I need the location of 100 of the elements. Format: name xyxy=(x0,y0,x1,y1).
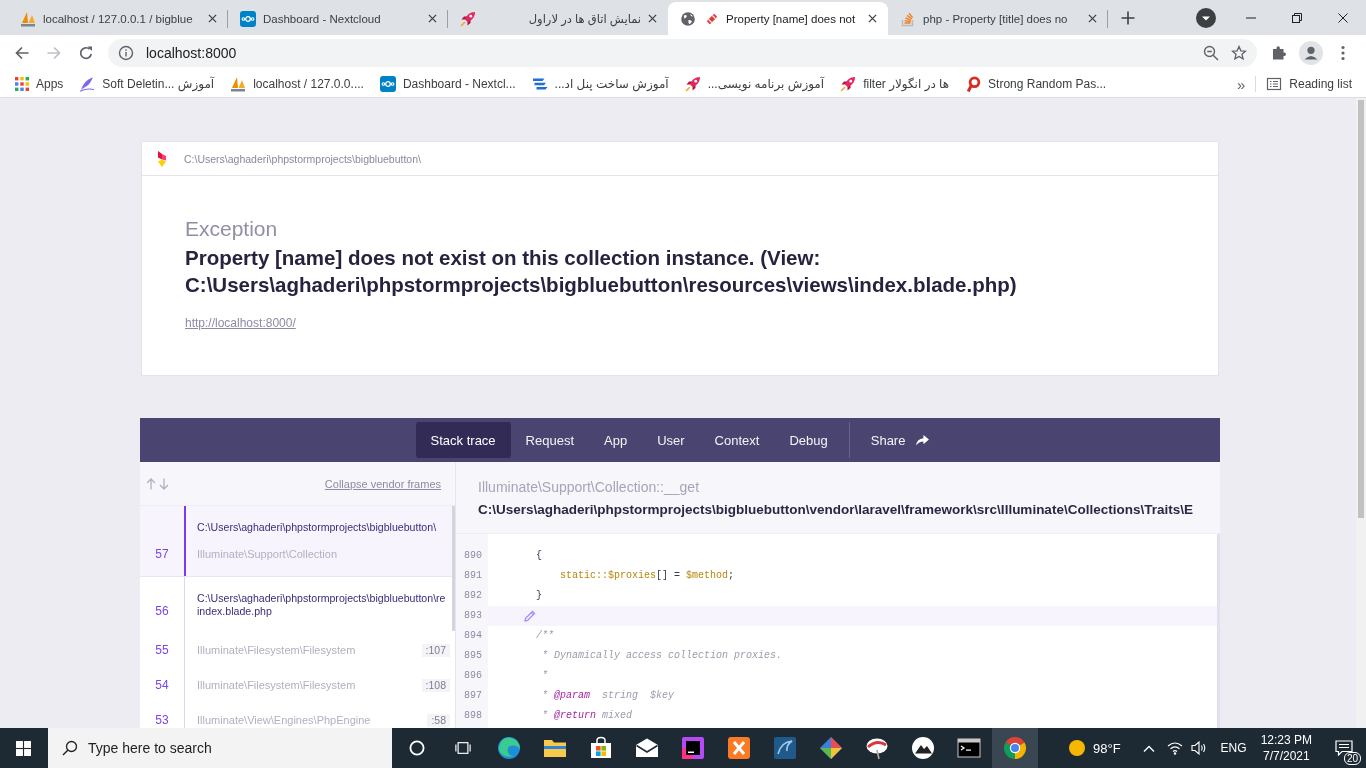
share-icon xyxy=(916,434,930,446)
speech-bubble-icon xyxy=(1335,740,1353,756)
frame-class: Illuminate\Support\Collection xyxy=(197,548,338,561)
terminal-icon xyxy=(957,736,981,760)
close-icon[interactable] xyxy=(1088,14,1097,23)
project-path: C:\Users\aghaderi\phpstormprojects\bigbluebutton\ xyxy=(184,152,421,165)
line-number: 892 xyxy=(464,589,482,603)
frame-class: Illuminate\Filesystem\Filesystem xyxy=(197,644,356,657)
bookmark[interactable]: Apps xyxy=(15,77,64,91)
share-button[interactable]: Share xyxy=(855,422,945,458)
code-file-path: C:\Users\aghaderi\phpstormprojects\bigbluebutton\vendor\laravel\framework\src\Illuminate\Collections\Traits\E xyxy=(478,501,1193,519)
frame-class: Illuminate\View\Engines\PhpEngine xyxy=(197,714,371,727)
hand-fan-icon xyxy=(865,736,889,760)
line-badge: :58 xyxy=(427,714,450,727)
restore-icon[interactable] xyxy=(1292,12,1302,23)
nav-tab[interactable]: Context xyxy=(699,422,775,458)
four-panes-icon[interactable] xyxy=(15,740,31,756)
close-icon[interactable] xyxy=(208,14,217,23)
line-number: 898 xyxy=(464,709,482,723)
frame-file-path: C:\Users\aghaderi\phpstormprojects\bigbluebutton\re xyxy=(197,592,446,605)
nav-tab[interactable]: Stack trace xyxy=(415,422,511,458)
nav-tab[interactable]: Request xyxy=(510,422,589,458)
line-number: 894 xyxy=(464,629,482,643)
sail-icon xyxy=(230,76,247,92)
nav-tab[interactable]: Debug xyxy=(774,422,843,458)
code-line: { xyxy=(535,549,542,563)
stack-frame[interactable]: 54 Illuminate\Filesystem\Filesystem :108 xyxy=(140,668,455,703)
swirl-icon xyxy=(497,736,521,760)
notification-button[interactable]: 20 xyxy=(1322,728,1366,768)
address-bar[interactable]: localhost:8000 xyxy=(108,39,1257,67)
reload-icon[interactable] xyxy=(78,45,94,61)
exception-class: Exception xyxy=(185,216,278,242)
rocket-icon xyxy=(840,76,857,92)
search-field[interactable]: Type here to search xyxy=(48,728,392,768)
code-line: * xyxy=(541,669,548,683)
scrollbar-thumb[interactable] xyxy=(452,506,455,631)
request-url-link[interactable]: http://localhost:8000/ xyxy=(185,316,296,330)
language-indicator[interactable]: ENG xyxy=(1220,741,1247,755)
line-number: 890 xyxy=(464,549,482,563)
bookmark[interactable]: filter ها در انگولار xyxy=(840,76,950,92)
ring-icon[interactable] xyxy=(409,740,425,756)
close-icon[interactable] xyxy=(868,14,877,23)
frame-signature: Illuminate\Support\Collection::__get xyxy=(478,478,700,496)
speaker-icon[interactable] xyxy=(1190,741,1207,755)
dropdown-icon[interactable] xyxy=(1196,8,1216,28)
search-icon xyxy=(62,740,78,756)
code-line: } xyxy=(535,589,542,603)
stack-frame[interactable]: 57 C:\Users\aghaderi\phpstormprojects\bigbluebutton\ Illuminate\Support\Collection xyxy=(140,506,455,577)
stack-frame[interactable]: 55 Illuminate\Filesystem\Filesystem :107 xyxy=(140,633,455,668)
close-icon[interactable] xyxy=(428,14,437,23)
bookmark[interactable]: Strong Random Pas... xyxy=(965,76,1107,92)
bookmark[interactable]: آموزش ساخت پنل اد... xyxy=(531,76,669,92)
close-icon[interactable] xyxy=(648,14,657,23)
nav-tab[interactable]: App xyxy=(589,422,643,458)
info-icon[interactable] xyxy=(118,45,134,61)
puzzle-icon[interactable] xyxy=(1271,45,1287,61)
bookmark[interactable]: آموزش برنامه نویسی... xyxy=(684,76,825,92)
nav-tab[interactable]: User xyxy=(642,422,700,458)
browser-tab[interactable]: localhost / 127.0.0.1 / bigblue xyxy=(8,2,228,35)
bookmarks-overflow[interactable]: » xyxy=(1236,75,1246,93)
line-number: 897 xyxy=(464,689,482,703)
task-view-icon[interactable] xyxy=(455,740,471,756)
rocket-icon xyxy=(684,76,701,92)
more-icon[interactable] xyxy=(1341,45,1345,61)
close-icon[interactable] xyxy=(1338,12,1348,23)
code-line: * Dynamically access collection proxies. xyxy=(541,649,783,663)
clock-time[interactable]: 12:23 PM xyxy=(1260,733,1312,747)
stacked-bars-icon xyxy=(900,10,916,27)
arrow-left-icon[interactable] xyxy=(14,45,30,61)
bookmark[interactable]: Dashboard - Nextcl... xyxy=(379,76,516,92)
chevron-up-icon[interactable] xyxy=(1142,744,1155,752)
code-line: /** xyxy=(535,629,554,643)
browser-tab[interactable]: نمایش اتاق ها در لاراول xyxy=(448,2,668,35)
frame-number: 54 xyxy=(154,679,170,692)
browser-tab[interactable]: php - Property [title] does no xyxy=(888,2,1108,35)
browser-tab[interactable]: Dashboard - Nextcloud xyxy=(228,2,448,35)
frame-number: 53 xyxy=(154,714,170,727)
rings-tile-icon xyxy=(379,76,396,92)
scrollbar-thumb[interactable] xyxy=(1358,100,1364,518)
exception-message: Property [name] does not exist on this collection instance. (View: C:\Users\aghaderi\phpstormprojects\bigbluebutton\resources\views\index.blade.php) xyxy=(185,245,1018,298)
list-icon xyxy=(1266,76,1283,92)
wifi-icon[interactable] xyxy=(1166,741,1183,755)
plus-icon[interactable] xyxy=(1121,11,1135,25)
bookmark[interactable]: Soft Deletin... آموزش xyxy=(79,76,215,92)
star-icon[interactable] xyxy=(1231,45,1247,61)
line-number: 893 xyxy=(464,609,482,623)
tricolor-wheel-icon xyxy=(1003,736,1027,760)
code-line: * @return mixed xyxy=(541,709,633,723)
clock-date[interactable]: 7/7/2021 xyxy=(1262,749,1310,763)
zoom-out-icon[interactable] xyxy=(1203,45,1219,61)
avatar-icon[interactable] xyxy=(1299,41,1323,65)
sun-icon[interactable] xyxy=(1069,740,1085,756)
temperature-text[interactable]: 98°F xyxy=(1093,740,1121,756)
line-number: 896 xyxy=(464,669,482,683)
reading-list-button[interactable]: Reading list xyxy=(1266,76,1352,92)
sail-icon xyxy=(20,10,36,27)
line-number: 891 xyxy=(464,569,482,583)
frame-file-name: index.blade.php xyxy=(197,605,272,618)
bookmark[interactable]: localhost / 127.0.0.... xyxy=(230,76,364,92)
browser-tab[interactable]: Property [name] does not xyxy=(668,2,888,35)
